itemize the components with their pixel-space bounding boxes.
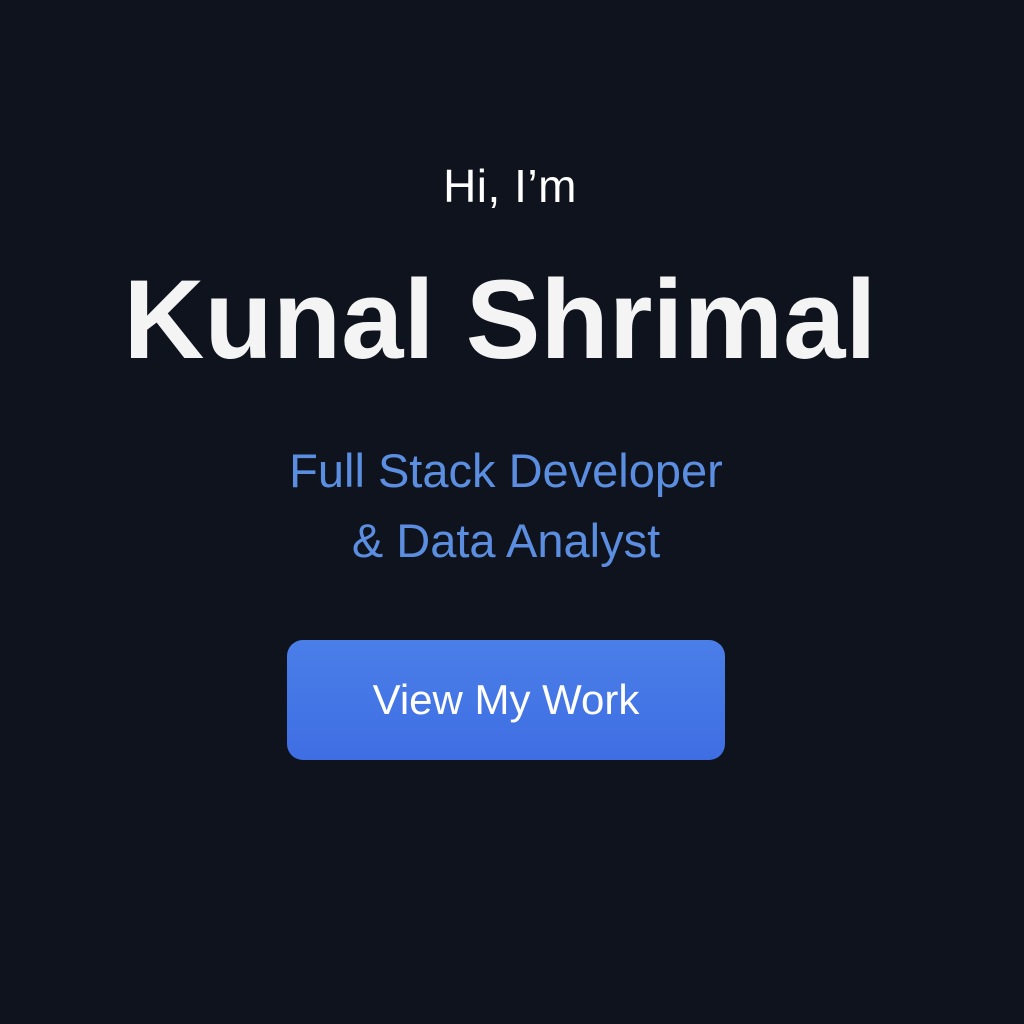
hero-name: Kunal Shrimal	[123, 257, 877, 382]
subtitle-line-2: & Data Analyst	[351, 514, 661, 567]
subtitle-line-1: Full Stack Developer	[289, 444, 723, 497]
hero-section: Hi, I’m Kunal Shrimal Full Stack Develop…	[0, 0, 1024, 1024]
greeting-text: Hi, I’m	[443, 160, 577, 212]
hero-subtitle: Full Stack Developer & Data Analyst	[0, 436, 1012, 576]
view-my-work-button[interactable]: View My Work	[287, 640, 725, 760]
